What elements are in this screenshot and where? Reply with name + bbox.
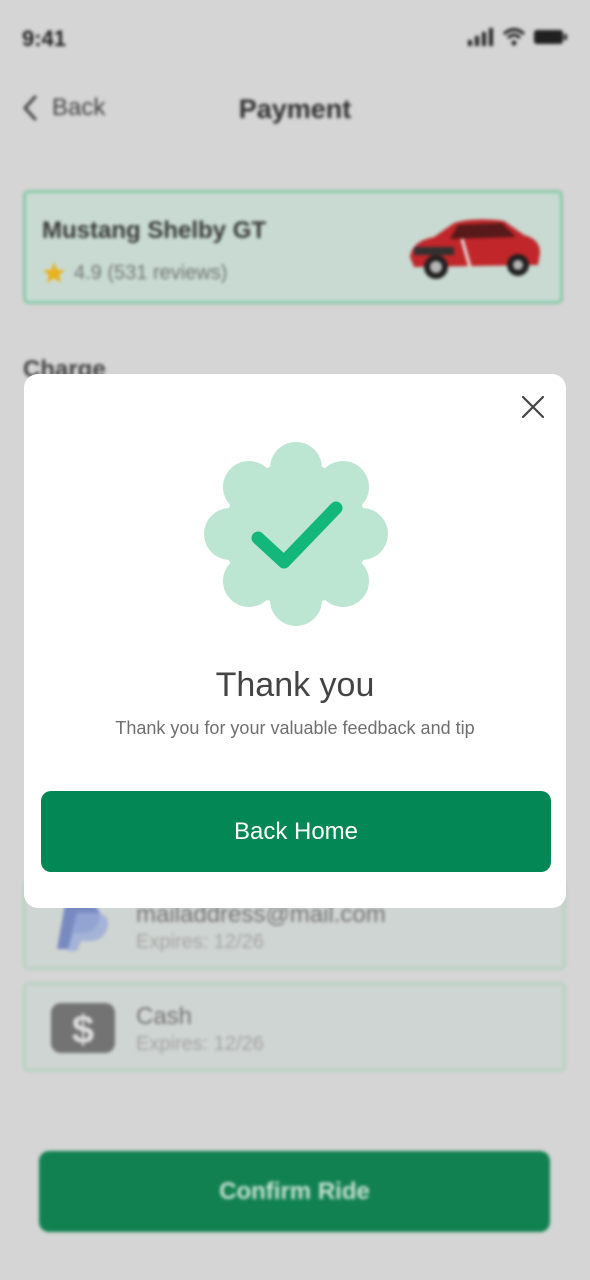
modal-message: Thank you for your valuable feedback and…	[115, 718, 475, 738]
close-icon[interactable]	[520, 394, 546, 420]
back-home-button[interactable]: Back Home	[41, 791, 551, 872]
success-badge-icon	[204, 442, 388, 626]
modal-title: Thank you	[215, 666, 375, 704]
thank-you-modal: Thank you Thank you for your valuable fe…	[24, 374, 566, 908]
